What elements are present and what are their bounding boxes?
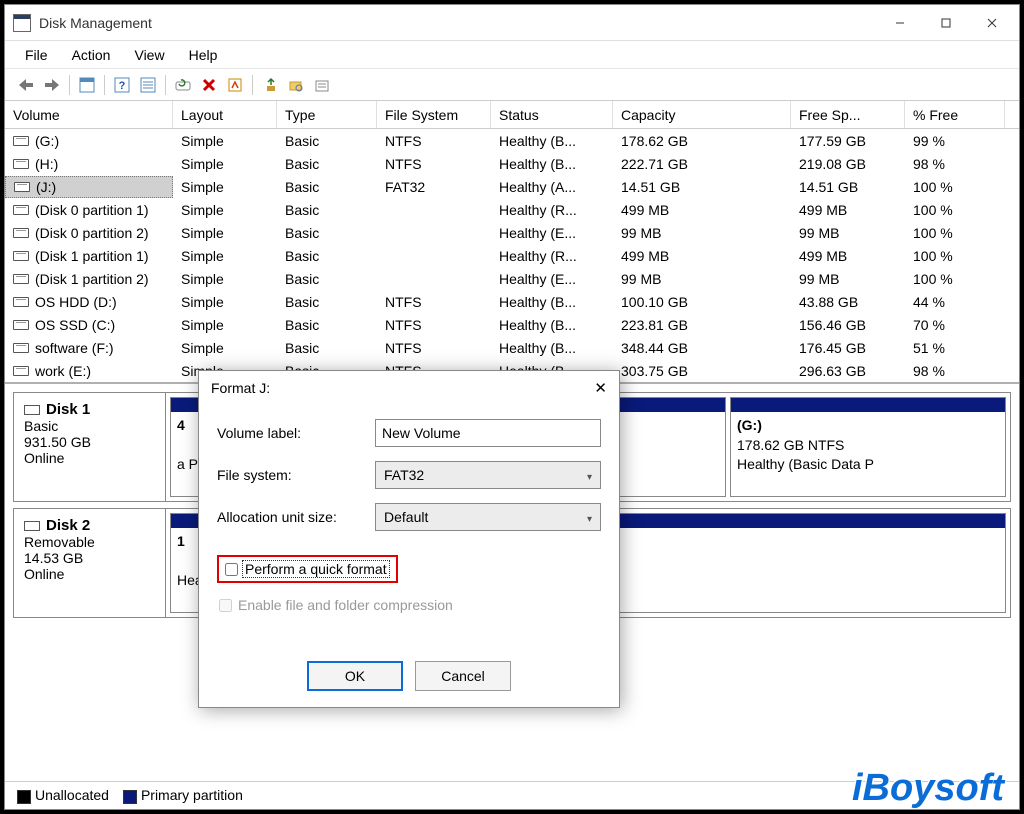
file-system-label: File system: — [217, 467, 375, 483]
drive-icon — [13, 136, 29, 146]
col-status[interactable]: Status — [491, 101, 613, 128]
drive-icon — [13, 274, 29, 284]
toolbar: ? — [5, 69, 1019, 101]
properties-icon[interactable] — [223, 73, 247, 97]
legend-swatch-unallocated — [17, 790, 31, 804]
settings-icon[interactable] — [310, 73, 334, 97]
disk-label: Disk 2Removable14.53 GBOnline — [14, 509, 166, 617]
quick-format-label[interactable]: Perform a quick format — [242, 560, 390, 578]
volume-list[interactable]: (G:)SimpleBasicNTFSHealthy (B...178.62 G… — [5, 129, 1019, 382]
allocation-size-label: Allocation unit size: — [217, 509, 375, 525]
col-layout[interactable]: Layout — [173, 101, 277, 128]
col-capacity[interactable]: Capacity — [613, 101, 791, 128]
legend-primary-label: Primary partition — [141, 787, 243, 803]
menu-help[interactable]: Help — [177, 43, 230, 67]
file-system-select[interactable]: FAT32 — [375, 461, 601, 489]
explore-icon[interactable] — [284, 73, 308, 97]
window-title: Disk Management — [39, 15, 877, 31]
close-button[interactable] — [969, 8, 1015, 38]
action-list-icon[interactable] — [136, 73, 160, 97]
ok-button[interactable]: OK — [307, 661, 403, 691]
col-pct[interactable]: % Free — [905, 101, 1005, 128]
col-fs[interactable]: File System — [377, 101, 491, 128]
volume-row[interactable]: (G:)SimpleBasicNTFSHealthy (B...178.62 G… — [5, 129, 1019, 152]
volume-row[interactable]: (Disk 1 partition 2)SimpleBasicHealthy (… — [5, 267, 1019, 290]
import-icon[interactable] — [258, 73, 282, 97]
volume-row[interactable]: OS HDD (D:)SimpleBasicNTFSHealthy (B...1… — [5, 290, 1019, 313]
help-icon[interactable]: ? — [110, 73, 134, 97]
chevron-down-icon — [587, 467, 592, 483]
legend: Unallocated Primary partition — [5, 781, 1019, 809]
volume-list-header: Volume Layout Type File System Status Ca… — [5, 101, 1019, 129]
format-dialog: Format J: ✕ Volume label: File system: F… — [198, 370, 620, 708]
legend-unallocated-label: Unallocated — [35, 787, 109, 803]
volume-label-label: Volume label: — [217, 425, 375, 441]
drive-icon — [13, 159, 29, 169]
quick-format-highlight: Perform a quick format — [217, 555, 398, 583]
menu-bar: File Action View Help — [5, 41, 1019, 69]
enable-compression-label: Enable file and folder compression — [238, 597, 453, 613]
back-icon[interactable] — [14, 73, 38, 97]
drive-icon — [13, 251, 29, 261]
dialog-close-icon[interactable]: ✕ — [594, 379, 607, 397]
show-hide-icon[interactable] — [75, 73, 99, 97]
maximize-button[interactable] — [923, 8, 969, 38]
menu-view[interactable]: View — [122, 43, 176, 67]
dialog-title: Format J: — [211, 380, 270, 396]
cancel-button[interactable]: Cancel — [415, 661, 511, 691]
allocation-size-select[interactable]: Default — [375, 503, 601, 531]
volume-row[interactable]: software (F:)SimpleBasicNTFSHealthy (B..… — [5, 336, 1019, 359]
volume-row[interactable]: (H:)SimpleBasicNTFSHealthy (B...222.71 G… — [5, 152, 1019, 175]
volume-row[interactable]: (Disk 1 partition 1)SimpleBasicHealthy (… — [5, 244, 1019, 267]
quick-format-checkbox[interactable] — [225, 563, 238, 576]
chevron-down-icon — [587, 509, 592, 525]
legend-swatch-primary — [123, 790, 137, 804]
drive-icon — [13, 205, 29, 215]
forward-icon[interactable] — [40, 73, 64, 97]
volume-row[interactable]: (J:)SimpleBasicFAT32Healthy (A...14.51 G… — [5, 175, 1019, 198]
drive-icon — [13, 343, 29, 353]
volume-row[interactable]: (Disk 0 partition 1)SimpleBasicHealthy (… — [5, 198, 1019, 221]
drive-icon — [13, 366, 29, 376]
menu-file[interactable]: File — [13, 43, 60, 67]
dialog-title-bar[interactable]: Format J: ✕ — [199, 371, 619, 405]
disk-label: Disk 1Basic931.50 GBOnline — [14, 393, 166, 501]
title-bar: Disk Management — [5, 5, 1019, 41]
disk-partition[interactable]: (G:)178.62 GB NTFSHealthy (Basic Data P — [730, 397, 1006, 497]
drive-icon — [14, 182, 30, 192]
volume-label-input[interactable] — [375, 419, 601, 447]
disk-icon — [24, 521, 40, 531]
enable-compression-checkbox — [219, 599, 232, 612]
drive-icon — [13, 228, 29, 238]
drive-icon — [13, 297, 29, 307]
svg-text:?: ? — [119, 80, 126, 92]
app-icon — [13, 14, 31, 32]
volume-row[interactable]: (Disk 0 partition 2)SimpleBasicHealthy (… — [5, 221, 1019, 244]
refresh-icon[interactable] — [171, 73, 195, 97]
col-free[interactable]: Free Sp... — [791, 101, 905, 128]
minimize-button[interactable] — [877, 8, 923, 38]
col-type[interactable]: Type — [277, 101, 377, 128]
disk-icon — [24, 405, 40, 415]
col-volume[interactable]: Volume — [5, 101, 173, 128]
volume-row[interactable]: OS SSD (C:)SimpleBasicNTFSHealthy (B...2… — [5, 313, 1019, 336]
delete-icon[interactable] — [197, 73, 221, 97]
drive-icon — [13, 320, 29, 330]
menu-action[interactable]: Action — [60, 43, 123, 67]
